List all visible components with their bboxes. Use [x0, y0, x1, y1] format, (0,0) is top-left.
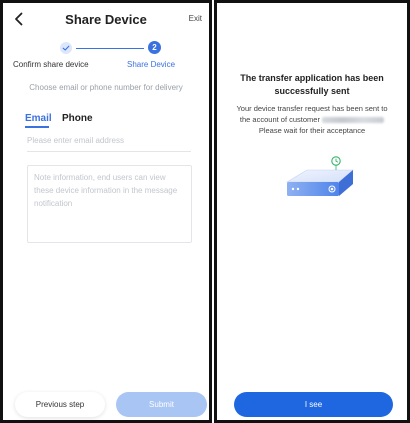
success-title: The transfer application has been succes…: [240, 73, 384, 96]
stepper-connector: [76, 48, 144, 49]
success-message-line2: the account of customer: [223, 114, 401, 125]
transfer-success-screen: The transfer application has been succes…: [214, 0, 410, 423]
exit-button[interactable]: Exit: [189, 14, 202, 23]
tab-email[interactable]: Email: [25, 113, 52, 124]
redacted-account: [322, 117, 385, 124]
delivery-hint: Choose email or phone number for deliver…: [29, 83, 183, 92]
success-message-line1: Your device transfer request has been se…: [236, 104, 388, 113]
active-tab-underline: [25, 126, 49, 128]
device-router-icon: [277, 156, 359, 216]
i-see-button[interactable]: I see: [234, 392, 393, 417]
success-message-prefix: the account of customer: [239, 115, 320, 124]
step2-label: Share Device: [127, 60, 176, 69]
step1-check-icon: [60, 42, 72, 54]
note-textarea[interactable]: [27, 165, 192, 243]
share-device-screen: Share Device Exit 2 Confirm share device…: [0, 0, 212, 423]
success-message-line3: Please wait for their acceptance: [258, 126, 366, 135]
clock-icon: [331, 156, 341, 166]
header: Share Device Exit: [3, 9, 209, 31]
previous-step-button[interactable]: Previous step: [15, 392, 105, 417]
page-title: Share Device: [65, 12, 147, 27]
email-input[interactable]: [27, 130, 191, 152]
tab-phone[interactable]: Phone: [62, 113, 93, 124]
submit-button[interactable]: Submit: [116, 392, 207, 417]
step1-label: Confirm share device: [13, 60, 89, 69]
step2-indicator: 2: [148, 41, 161, 54]
stepper: 2 Confirm share device Share Device: [3, 40, 209, 74]
success-message: Your device transfer request has been se…: [223, 103, 401, 136]
